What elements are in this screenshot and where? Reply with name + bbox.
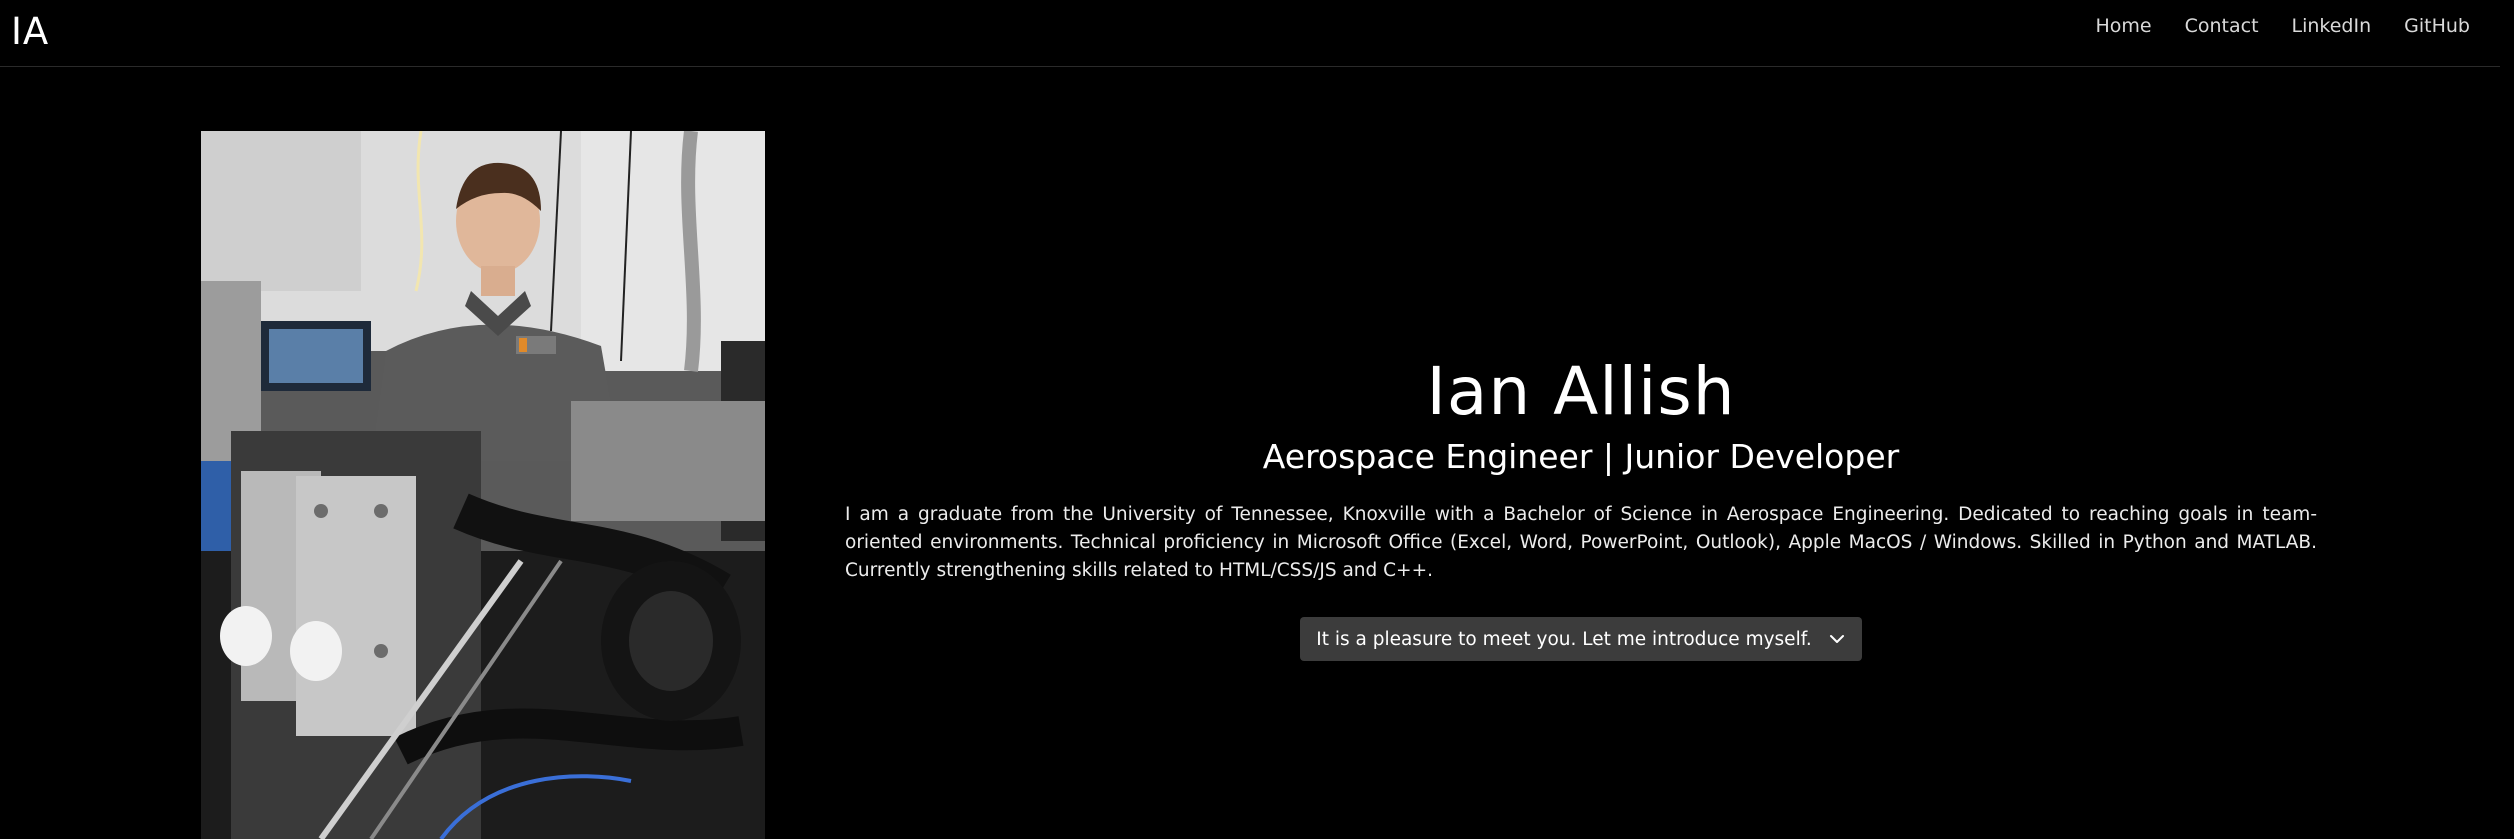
site-logo[interactable]: IA: [11, 10, 49, 53]
introduce-button-label: It is a pleasure to meet you. Let me int…: [1316, 628, 1812, 650]
profile-photo: [201, 131, 765, 839]
hero-bio: I am a graduate from the University of T…: [845, 504, 2317, 581]
chevron-down-icon: [1828, 630, 1846, 648]
hero-name: Ian Allish: [1426, 353, 1736, 430]
hero-subtitle: Aerospace Engineer | Junior Developer: [1262, 437, 1900, 476]
hero-section: Ian Allish Aerospace Engineer | Junior D…: [845, 350, 2317, 661]
nav-github-link[interactable]: GitHub: [2404, 15, 2470, 37]
main-nav: Home Contact LinkedIn GitHub: [2095, 15, 2470, 37]
introduce-button[interactable]: It is a pleasure to meet you. Let me int…: [1300, 617, 1862, 661]
nav-linkedin-link[interactable]: LinkedIn: [2292, 15, 2372, 37]
nav-contact-link[interactable]: Contact: [2185, 15, 2259, 37]
nav-home-link[interactable]: Home: [2095, 15, 2151, 37]
top-navbar: IA Home Contact LinkedIn GitHub: [0, 0, 2500, 67]
